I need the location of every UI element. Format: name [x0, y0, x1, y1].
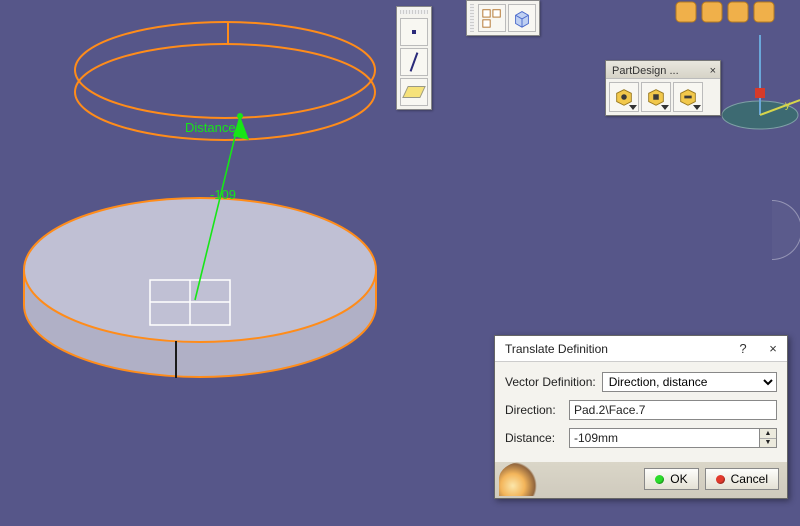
toolbar-grip[interactable] — [470, 4, 474, 32]
measure-between-tool[interactable] — [609, 82, 639, 112]
compass-widget: y — [722, 35, 800, 129]
corner-icons — [676, 2, 774, 22]
ok-button[interactable]: OK — [644, 468, 698, 490]
distance-input-value: -109mm — [574, 431, 618, 445]
distance-spinner[interactable]: ▲ ▼ — [759, 428, 777, 448]
sketch-toolbar — [396, 6, 432, 110]
dialog-title: Translate Definition — [505, 342, 608, 356]
distance-value: -109 — [210, 187, 236, 202]
drafting-views-tool[interactable] — [478, 4, 506, 32]
direction-field[interactable]: Pad.2\Face.7 — [569, 400, 777, 420]
direction-value: Pad.2\Face.7 — [574, 403, 645, 417]
line-tool[interactable] — [400, 48, 428, 76]
point-tool[interactable] — [400, 18, 428, 46]
spinner-up[interactable]: ▲ — [760, 429, 776, 439]
partdesign-toolbar: PartDesign ... × — [605, 60, 721, 116]
measure-item-tool[interactable] — [641, 82, 671, 112]
ok-led-icon — [655, 475, 664, 484]
partdesign-toolbar-title: PartDesign ... — [612, 65, 679, 77]
ok-button-label: OK — [670, 472, 687, 486]
spinner-down[interactable]: ▼ — [760, 439, 776, 448]
close-icon[interactable]: × — [710, 65, 716, 77]
plane-tool[interactable] — [400, 78, 428, 106]
help-icon[interactable]: ? — [735, 341, 751, 356]
view-toolbar — [466, 0, 540, 36]
cancel-button-label: Cancel — [731, 472, 768, 486]
close-icon[interactable]: × — [765, 341, 781, 356]
orientation-cube-tool[interactable] — [508, 4, 536, 32]
direction-label: Direction: — [505, 403, 563, 417]
distance-input[interactable]: -109mm — [569, 428, 759, 448]
translate-definition-dialog: Translate Definition ? × Vector Definiti… — [494, 335, 788, 499]
distance-field-label: Distance: — [505, 431, 563, 445]
vector-definition-select[interactable]: Direction, distance — [602, 372, 777, 392]
cancel-button[interactable]: Cancel — [705, 468, 779, 490]
cancel-led-icon — [716, 475, 725, 484]
distance-label: Distance — [185, 120, 236, 135]
measure-thickness-tool[interactable] — [673, 82, 703, 112]
vector-definition-label: Vector Definition: — [505, 375, 596, 389]
toolbar-grip[interactable] — [400, 10, 428, 14]
svg-text:y: y — [785, 100, 790, 111]
